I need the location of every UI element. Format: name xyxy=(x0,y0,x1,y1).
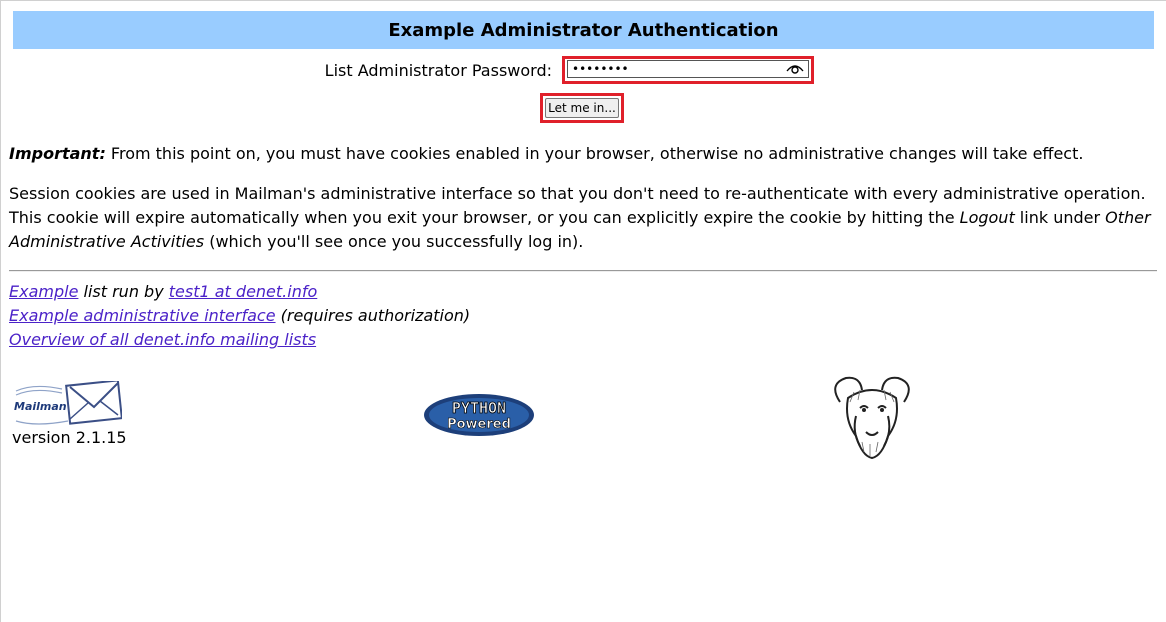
password-field-highlight xyxy=(562,56,814,84)
version-text: version 2.1.15 xyxy=(12,428,127,447)
requires-auth-text: (requires authorization) xyxy=(275,306,471,325)
show-password-button[interactable] xyxy=(781,60,809,78)
important-label: Important: xyxy=(9,144,106,163)
important-notice: Important: From this point on, you must … xyxy=(9,142,1159,166)
overview-link[interactable]: Overview of all denet.info mailing lists xyxy=(9,330,316,349)
page-title: Example Administrator Authentication xyxy=(388,19,779,41)
run-by-text: list run by xyxy=(78,282,169,301)
divider xyxy=(9,270,1157,272)
session-text-2: link under xyxy=(1014,208,1106,227)
admin-interface-link[interactable]: Example administrative interface xyxy=(9,306,276,325)
session-cookies-notice: Session cookies are used in Mailman's ad… xyxy=(9,182,1159,254)
overview-line: Overview of all denet.info mailing lists xyxy=(9,328,470,352)
admin-interface-line: Example administrative interface (requir… xyxy=(9,304,470,328)
password-label: List Administrator Password: xyxy=(324,61,552,80)
login-button-highlight: Let me in... xyxy=(540,93,624,123)
owner-link[interactable]: test1 at denet.info xyxy=(169,282,318,301)
mailman-logo-text: Mailman xyxy=(14,400,67,413)
logout-term: Logout xyxy=(959,208,1015,227)
login-button[interactable]: Let me in... xyxy=(545,98,619,118)
eye-icon xyxy=(785,65,804,74)
list-info-line: Example list run by test1 at denet.info xyxy=(9,280,470,304)
mailman-logo[interactable]: Mailman xyxy=(12,381,122,427)
password-input[interactable] xyxy=(567,60,781,78)
python-powered-logo[interactable]: PYTHON Powered xyxy=(423,393,535,437)
page-title-bar: Example Administrator Authentication xyxy=(13,11,1154,49)
python-logo-line2: Powered xyxy=(447,417,511,432)
python-logo-line1: PYTHON xyxy=(452,399,506,417)
list-link[interactable]: Example xyxy=(9,282,78,301)
important-text: From this point on, you must have cookie… xyxy=(105,144,1084,163)
footer-links: Example list run by test1 at denet.info … xyxy=(9,280,470,352)
gnu-head-logo[interactable] xyxy=(826,372,918,460)
session-text-3: (which you'll see once you successfully … xyxy=(204,232,584,251)
